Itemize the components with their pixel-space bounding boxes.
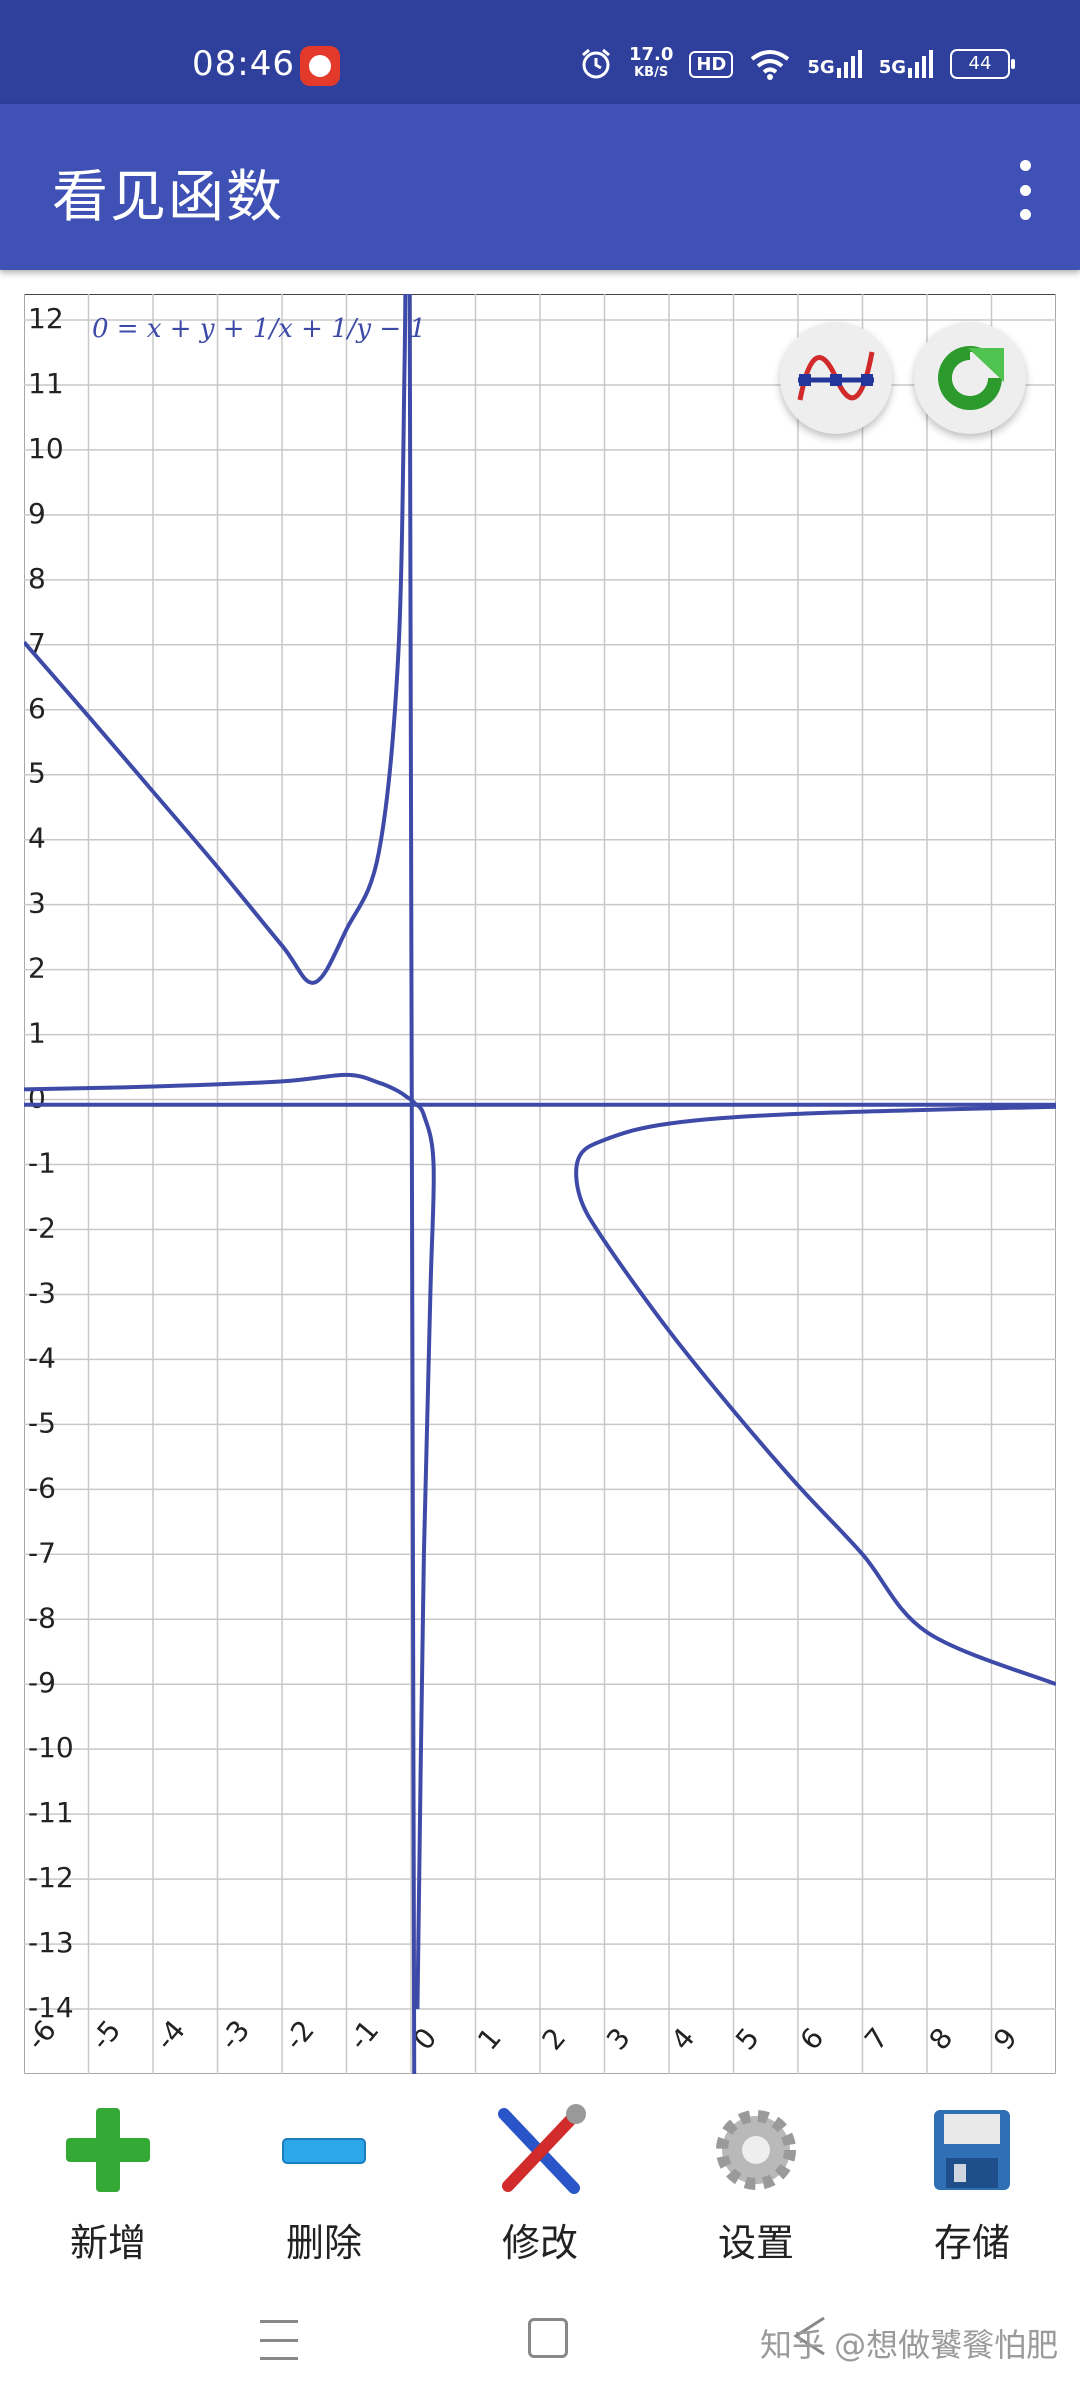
y-tick-label: 11 (28, 367, 64, 400)
refresh-icon (938, 346, 1004, 410)
sine-wave-icon (797, 351, 875, 401)
net-speed-unit: KB/S (634, 65, 669, 80)
add-button[interactable]: 新增 (8, 2100, 208, 2280)
save-button[interactable]: 存储 (872, 2100, 1072, 2280)
y-tick-label: -11 (28, 1796, 74, 1829)
add-label: 新增 (69, 2221, 146, 2265)
y-tick-label: -1 (28, 1147, 56, 1180)
delete-label: 删除 (285, 2221, 362, 2265)
y-tick-label: -8 (28, 1601, 56, 1634)
y-tick-label: -13 (28, 1926, 74, 1959)
settings-button[interactable]: 设置 (656, 2100, 856, 2280)
signal-bars-icon (908, 50, 933, 78)
gear-icon (716, 2110, 796, 2190)
edit-button[interactable]: 修改 (440, 2100, 640, 2280)
y-tick-label: 10 (28, 432, 64, 465)
graph-canvas[interactable]: 12 11 10 9 8 7 6 5 4 3 2 1 0 -1 -2 -3 -4 -5 -6 -7 -8 -9 -10 -11… (24, 294, 1056, 2074)
floppy-disk-icon (934, 2110, 1010, 2190)
app-bar: 看见函数 (0, 104, 1080, 270)
y-tick-label: 12 (28, 302, 64, 335)
signal-1-label: 5G (807, 57, 835, 78)
bottom-toolbar: 新增 删除 修改 设置 存储 (0, 2100, 1080, 2280)
y-tick-label: -3 (28, 1276, 56, 1309)
y-tick-label: 8 (28, 562, 46, 595)
y-tick-label: 3 (28, 887, 46, 920)
refresh-fab-button[interactable] (914, 322, 1026, 434)
home-icon[interactable] (528, 2318, 568, 2358)
save-label: 存储 (933, 2221, 1010, 2265)
y-tick-label: -10 (28, 1731, 74, 1764)
status-bar: 08:46 17.0 KB/S HD 5G 5G 44 (0, 0, 1080, 104)
y-tick-label: 4 (28, 822, 46, 855)
y-tick-label: -2 (28, 1211, 56, 1244)
y-tick-label: -9 (28, 1666, 56, 1699)
wifi-icon (751, 50, 790, 80)
equation-label: 0 = x + y + 1/x + 1/y − 1 (92, 314, 426, 344)
overflow-menu-icon[interactable] (1010, 160, 1040, 220)
y-tick-label: 5 (28, 757, 46, 790)
signal-bars-icon (836, 50, 862, 78)
y-tick-label: 2 (28, 952, 46, 985)
alarm-icon (581, 48, 610, 79)
tools-icon (498, 2104, 586, 2194)
signal-2: 5G (879, 50, 934, 78)
y-tick-label: 6 (28, 692, 46, 725)
signal-1: 5G (807, 50, 862, 78)
notification-app-icon (300, 46, 340, 86)
y-tick-label: -6 (28, 1471, 56, 1504)
y-tick-label: -12 (28, 1861, 74, 1894)
settings-label: 设置 (717, 2221, 794, 2265)
y-tick-label: 9 (28, 497, 46, 530)
delete-button[interactable]: 删除 (224, 2100, 424, 2280)
menu-icon[interactable] (260, 2320, 298, 2360)
system-nav-bar: 知乎 @想做饕餮怕肥 (0, 2290, 1080, 2400)
app-title: 看见函数 (52, 165, 284, 230)
status-icons: 17.0 KB/S HD 5G 5G 44 (579, 40, 1015, 88)
function-fab-button[interactable] (780, 322, 892, 434)
net-speed-value: 17.0 (628, 44, 674, 65)
battery-icon: 44 (950, 49, 1015, 79)
plus-icon (58, 2100, 158, 2200)
function-plot[interactable]: 1211109876543210-1-2-3-4-5-6-7-8-9-10-11… (24, 294, 1056, 2074)
y-tick-label: 1 (28, 1017, 46, 1050)
watermark: 知乎 @想做饕餮怕肥 (760, 2326, 1059, 2364)
y-tick-label: -5 (28, 1406, 56, 1439)
edit-label: 修改 (501, 2221, 578, 2265)
y-tick-label: 0 (28, 1082, 46, 1115)
hd-badge: HD (689, 50, 734, 78)
y-tick-label: -7 (28, 1536, 56, 1569)
net-speed: 17.0 KB/S (629, 46, 673, 82)
signal-2-label: 5G (878, 57, 906, 78)
minus-icon (274, 2100, 374, 2200)
status-time: 08:46 (192, 44, 295, 84)
y-tick-label: -4 (28, 1341, 56, 1374)
